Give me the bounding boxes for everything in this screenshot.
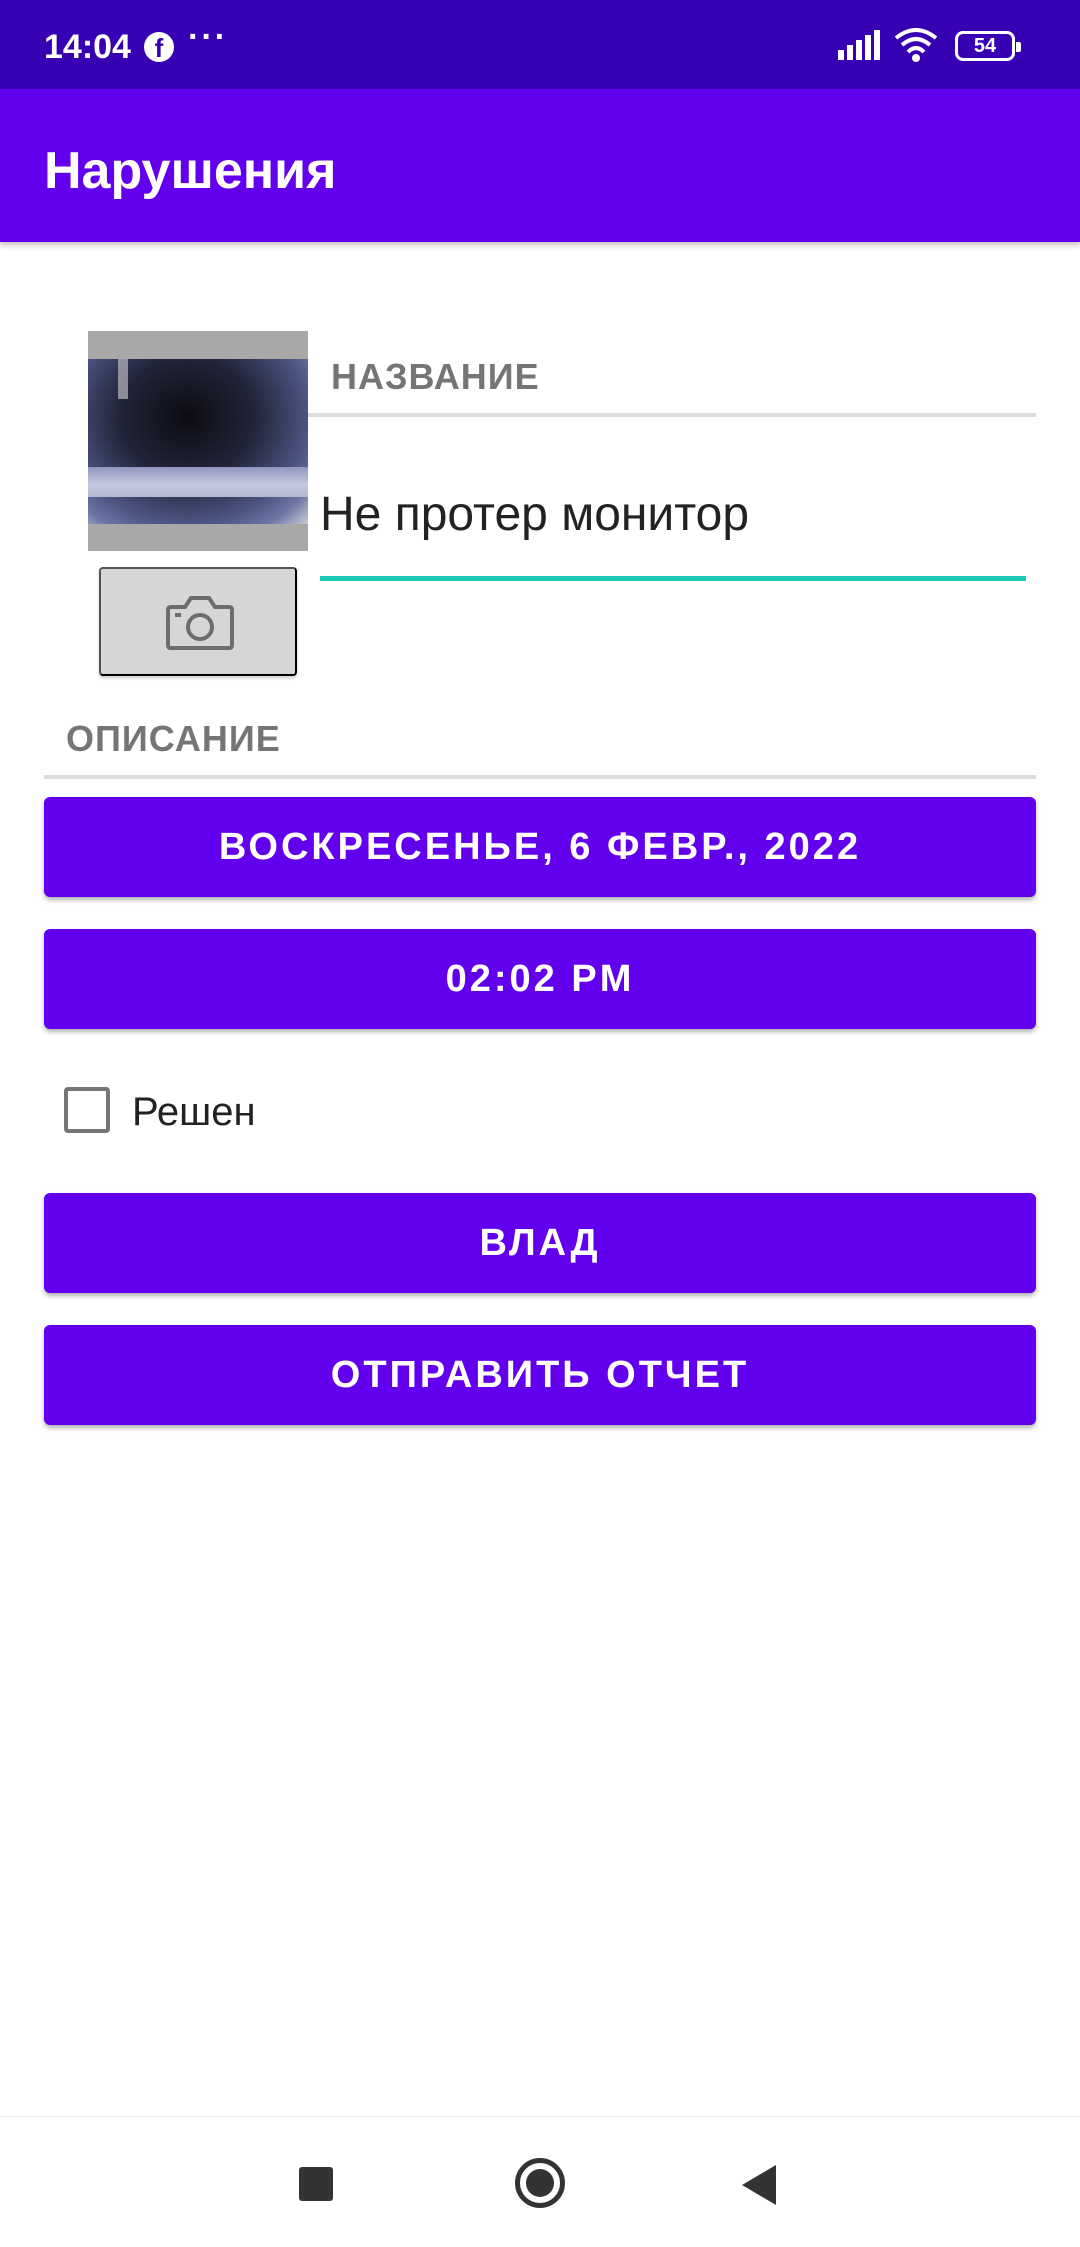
camera-icon [166,596,234,650]
page-title: Нарушения [44,142,337,200]
recent-apps-icon[interactable] [299,2167,333,2201]
status-bar: 14:04 f ··· 54 [0,0,1080,89]
title-input[interactable] [320,474,1026,554]
battery-icon: 54 [955,31,1021,61]
home-icon[interactable] [515,2158,565,2208]
title-input-underline [320,576,1026,581]
solved-label[interactable]: Решен [132,1090,256,1135]
title-divider [308,413,1036,417]
back-icon[interactable] [742,2165,776,2205]
signal-icon [838,30,880,60]
status-time: 14:04 [44,28,131,66]
description-label: ОПИСАНИЕ [66,718,281,759]
wifi-icon [894,28,938,62]
more-notifications-icon: ··· [188,18,228,56]
solved-checkbox[interactable] [64,1087,110,1133]
suspect-button[interactable]: ВЛАД [44,1193,1036,1293]
facebook-icon: f [144,32,174,63]
title-label: НАЗВАНИЕ [331,356,540,397]
date-button[interactable]: ВОСКРЕСЕНЬЕ, 6 ФЕВР., 2022 [44,797,1036,897]
time-button[interactable]: 02:02 PM [44,929,1036,1029]
description-divider [44,775,1036,779]
camera-button[interactable] [99,567,297,676]
app-bar: Нарушения [0,89,1080,242]
send-report-button[interactable]: ОТПРАВИТЬ ОТЧЕТ [44,1325,1036,1425]
photo-image [88,359,308,524]
navigation-bar [0,2116,1080,2247]
crime-photo[interactable] [88,331,308,551]
